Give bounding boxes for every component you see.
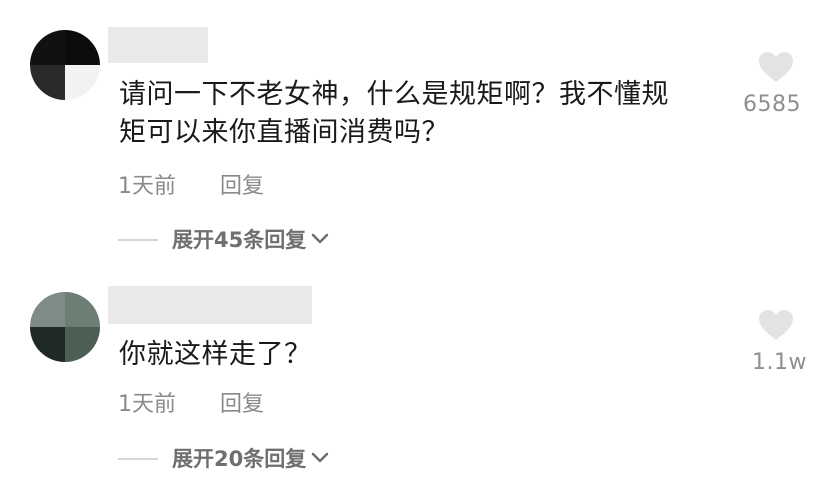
- username-redacted[interactable]: [108, 27, 208, 63]
- expand-replies-label: 展开20条回复: [172, 447, 307, 471]
- comment-time: 1天前: [118, 392, 176, 417]
- expand-replies-button[interactable]: 展开45条回复: [172, 224, 330, 254]
- expand-replies-label: 展开45条回复: [172, 228, 307, 252]
- chevron-down-icon: [311, 452, 329, 463]
- comment-item: 你就这样走了？ 1天前 回复 展开20条回复 1.1w: [0, 270, 822, 481]
- comment-text: 请问一下不老女神，什么是规矩啊？我不懂规 矩可以来你直播间消费吗？: [119, 79, 669, 148]
- heart-icon[interactable]: [757, 50, 795, 84]
- reply-button[interactable]: 回复: [220, 168, 264, 200]
- comment-time: 1天前: [118, 174, 176, 199]
- expand-replies-button[interactable]: 展开20条回复: [172, 443, 330, 473]
- comment-text: 你就这样走了？: [119, 339, 312, 370]
- chevron-down-icon: [311, 233, 329, 244]
- avatar[interactable]: [30, 292, 100, 362]
- expand-divider: [118, 458, 158, 460]
- reply-button[interactable]: 回复: [220, 386, 264, 418]
- heart-icon[interactable]: [757, 308, 795, 342]
- comment-item: 请问一下不老女神，什么是规矩啊？我不懂规 矩可以来你直播间消费吗？ 1天前 回复…: [0, 0, 822, 270]
- expand-divider: [118, 239, 158, 241]
- like-count: 1.1w: [752, 350, 807, 375]
- like-count: 6585: [743, 92, 801, 117]
- avatar[interactable]: [30, 30, 100, 100]
- username-redacted[interactable]: [108, 286, 312, 324]
